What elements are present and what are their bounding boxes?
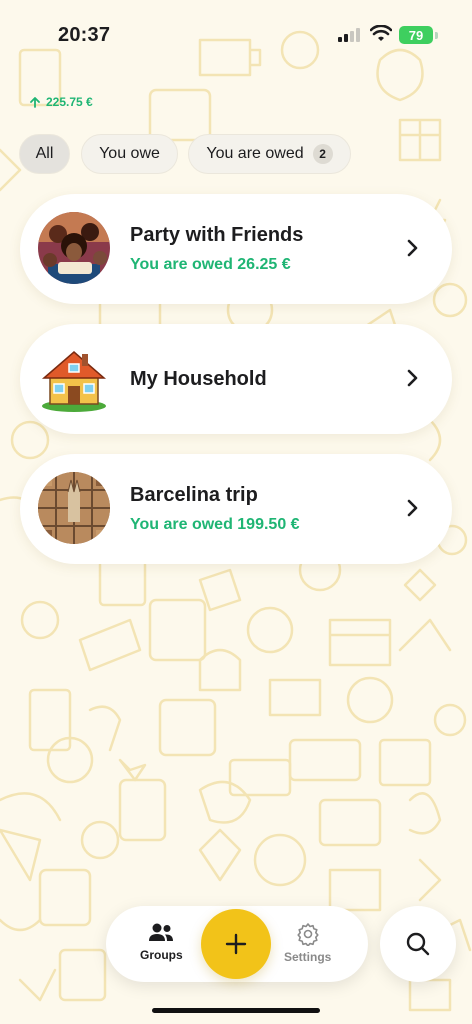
- filter-chip-label: You are owed: [206, 145, 304, 162]
- group-avatar-party: [38, 212, 110, 284]
- nav-item-groups[interactable]: Groups: [140, 922, 183, 962]
- cellular-signal-icon: [338, 28, 362, 42]
- filter-chip-all[interactable]: All: [19, 134, 70, 174]
- plus-icon: [225, 933, 247, 955]
- add-expense-button[interactable]: [201, 909, 271, 979]
- battery-icon: 79: [399, 26, 433, 44]
- filter-chip-label: All: [35, 145, 54, 162]
- group-card-my-household[interactable]: My Household: [20, 324, 452, 434]
- filter-chip-label: You owe: [99, 145, 160, 162]
- home-indicator: [152, 1008, 320, 1013]
- group-name: Party with Friends: [130, 224, 304, 246]
- status-bar: 20:37 79: [0, 0, 472, 70]
- nav-label-groups: Groups: [140, 948, 183, 962]
- group-avatar-city: [38, 472, 110, 544]
- group-name: My Household: [130, 368, 267, 390]
- filter-chip-you-are-owed[interactable]: You are owed 2: [188, 134, 351, 174]
- filter-chip-you-owe[interactable]: You owe: [81, 134, 178, 174]
- search-button[interactable]: [380, 906, 456, 982]
- search-icon: [406, 932, 430, 956]
- status-time: 20:37: [58, 24, 111, 46]
- arrow-up-icon: [30, 96, 40, 108]
- total-balance: 225.75 €: [30, 95, 93, 109]
- wifi-icon: [370, 25, 392, 41]
- count-badge: 2: [312, 144, 333, 164]
- chevron-right-icon: [407, 239, 418, 257]
- battery-level: 79: [408, 27, 424, 43]
- chevron-right-icon: [407, 499, 418, 517]
- gear-icon: [297, 923, 319, 946]
- group-avatar-house: [41, 351, 107, 412]
- balance-amount: 225.75 €: [46, 95, 93, 109]
- group-name: Barcelina trip: [130, 484, 258, 506]
- battery-tip: [435, 32, 438, 39]
- group-card-party-with-friends[interactable]: Party with Friends You are owed 26.25 €: [20, 194, 452, 304]
- nav-item-settings[interactable]: Settings: [284, 922, 331, 964]
- group-card-barcelina-trip[interactable]: Barcelina trip You are owed 199.50 €: [20, 454, 452, 564]
- group-balance-status: You are owed 199.50 €: [130, 516, 300, 533]
- people-icon: [149, 923, 174, 941]
- group-balance-status: You are owed 26.25 €: [130, 256, 291, 273]
- chevron-right-icon: [407, 369, 418, 387]
- nav-label-settings: Settings: [284, 950, 332, 964]
